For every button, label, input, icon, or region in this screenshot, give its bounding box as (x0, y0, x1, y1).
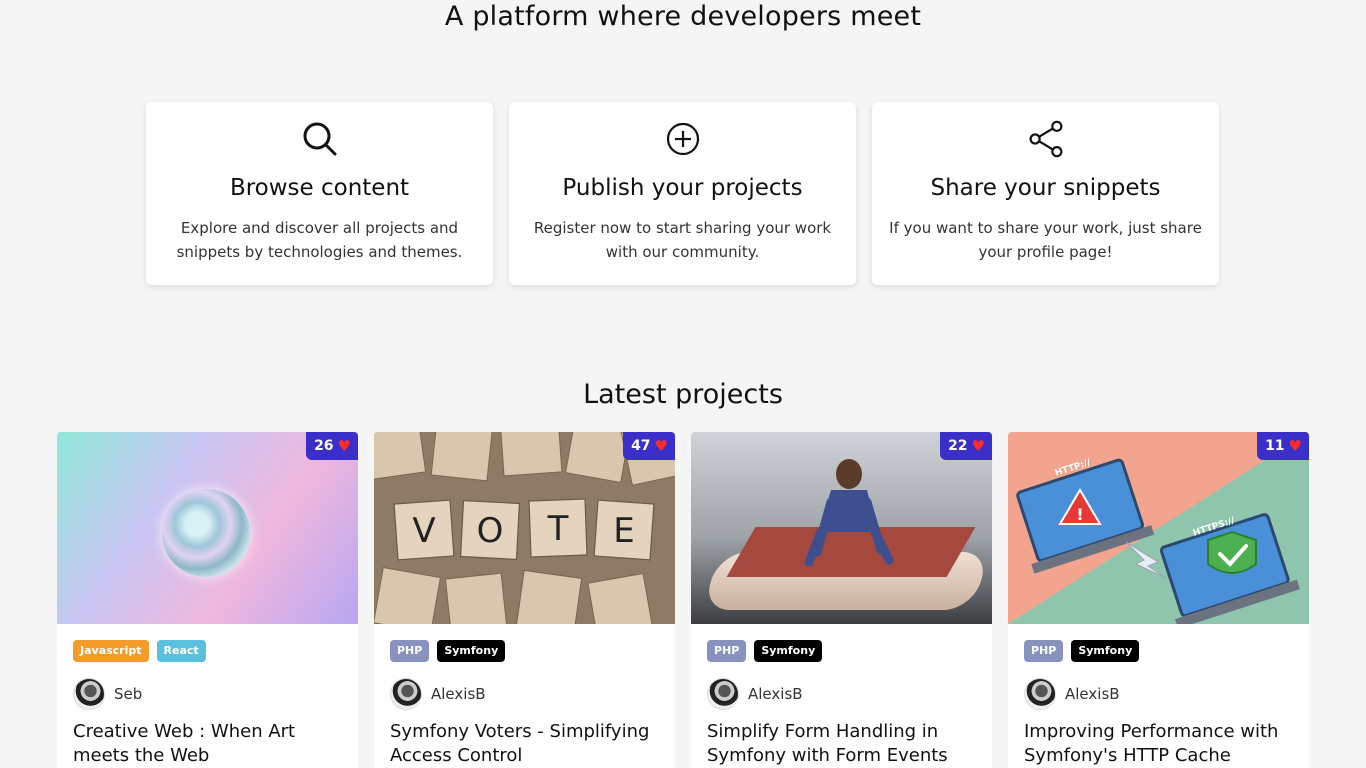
tag-symfony[interactable]: Symfony (437, 640, 506, 662)
projects-grid: 26 ♥ Javascript React Seb Creative Web :… (57, 432, 1309, 768)
author[interactable]: Seb (57, 662, 358, 710)
project-title[interactable]: Improving Performance with Symfony's HTT… (1008, 710, 1309, 768)
runner-artwork (804, 459, 894, 567)
latest-projects-title: Latest projects (583, 379, 783, 410)
heart-icon: ♥ (337, 436, 351, 455)
feature-description: Explore and discover all projects and sn… (176, 219, 463, 261)
likes-count: 26 (314, 438, 334, 454)
project-thumbnail[interactable]: 26 ♥ (57, 432, 358, 624)
project-title[interactable]: Creative Web : When Art meets the Web (57, 710, 358, 768)
feature-title: Share your snippets (930, 175, 1161, 201)
likes-badge: 22 ♥ (940, 432, 992, 460)
plus-circle-icon (666, 122, 699, 156)
share-icon (1029, 120, 1062, 158)
tag-php[interactable]: PHP (707, 640, 747, 662)
tile-letter: V (412, 511, 435, 551)
avatar (1024, 678, 1056, 710)
tile-letter: T (547, 509, 569, 549)
tag-symfony[interactable]: Symfony (754, 640, 823, 662)
feature-card-browse[interactable]: Browse content Explore and discover all … (146, 102, 493, 285)
project-card[interactable]: ! HTTP:// HTTPS:// 11 ♥ PHP Symfony Alex… (1008, 432, 1309, 768)
tag-list: PHP Symfony (691, 624, 992, 662)
heart-icon: ♥ (971, 436, 985, 455)
tag-react[interactable]: React (156, 640, 206, 662)
heart-icon: ♥ (654, 436, 668, 455)
author-name: Seb (114, 685, 143, 703)
tile-letter: E (613, 511, 634, 551)
orb-artwork (162, 489, 250, 577)
tile-letter: O (477, 511, 504, 551)
author-name: AlexisB (431, 685, 486, 703)
likes-badge: 11 ♥ (1257, 432, 1309, 460)
likes-count: 11 (1265, 438, 1285, 454)
scrabble-vote-artwork: V O T E (374, 432, 675, 624)
avatar (390, 678, 422, 710)
project-title[interactable]: Simplify Form Handling in Symfony with F… (691, 710, 992, 768)
likes-count: 22 (948, 438, 968, 454)
laptops-artwork: ! HTTP:// HTTPS:// (1016, 458, 1300, 624)
tag-php[interactable]: PHP (1024, 640, 1064, 662)
avatar (707, 678, 739, 710)
project-card[interactable]: 22 ♥ PHP Symfony AlexisB Simplify Form H… (691, 432, 992, 768)
likes-badge: 26 ♥ (306, 432, 358, 460)
project-card[interactable]: 26 ♥ Javascript React Seb Creative Web :… (57, 432, 358, 768)
author[interactable]: AlexisB (691, 662, 992, 710)
feature-description: If you want to share your work, just sha… (889, 219, 1202, 261)
feature-card-publish[interactable]: Publish your projects Register now to st… (509, 102, 856, 285)
feature-card-share[interactable]: Share your snippets If you want to share… (872, 102, 1219, 285)
tag-php[interactable]: PHP (390, 640, 430, 662)
project-thumbnail[interactable]: V O T E 47 ♥ (374, 432, 675, 624)
author[interactable]: AlexisB (374, 662, 675, 710)
project-thumbnail[interactable]: 22 ♥ (691, 432, 992, 624)
author-name: AlexisB (748, 685, 803, 703)
project-card[interactable]: V O T E 47 ♥ PHP Symfony AlexisB Symfony… (374, 432, 675, 768)
feature-description: Register now to start sharing your work … (533, 219, 832, 261)
tag-list: PHP Symfony (1008, 624, 1309, 662)
likes-count: 47 (631, 438, 651, 454)
feature-title: Browse content (229, 175, 410, 201)
tag-list: Javascript React (57, 624, 358, 662)
tag-list: PHP Symfony (374, 624, 675, 662)
svg-text:!: ! (1076, 505, 1083, 524)
project-thumbnail[interactable]: ! HTTP:// HTTPS:// 11 ♥ (1008, 432, 1309, 624)
page-headline: A platform where developers meet (444, 1, 922, 32)
project-title[interactable]: Symfony Voters - Simplifying Access Cont… (374, 710, 675, 768)
heart-icon: ♥ (1288, 436, 1302, 455)
features-row: Browse content Explore and discover all … (146, 102, 1220, 285)
tag-javascript[interactable]: Javascript (73, 640, 149, 662)
author-name: AlexisB (1065, 685, 1120, 703)
search-icon (303, 122, 336, 156)
author[interactable]: AlexisB (1008, 662, 1309, 710)
feature-title: Publish your projects (562, 175, 803, 201)
avatar (73, 678, 105, 710)
tag-symfony[interactable]: Symfony (1071, 640, 1140, 662)
likes-badge: 47 ♥ (623, 432, 675, 460)
